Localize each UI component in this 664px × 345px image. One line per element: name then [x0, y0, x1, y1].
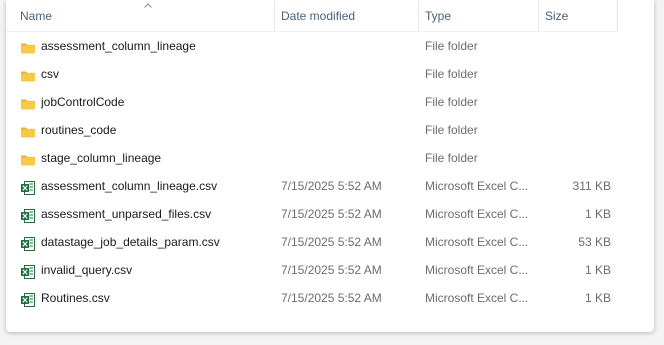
file-date-modified: 7/15/2025 5:52 AM — [281, 235, 382, 249]
excel-csv-icon — [20, 290, 36, 307]
file-row[interactable]: invalid_query.csv 7/15/2025 5:52 AM Micros… — [6, 256, 654, 284]
excel-csv-icon — [20, 206, 36, 223]
folder-icon — [20, 94, 36, 110]
file-type: File folder — [425, 39, 478, 53]
file-size: 311 KB — [572, 179, 611, 193]
file-row[interactable]: Routines.csv 7/15/2025 5:52 AM Microsoft E… — [6, 284, 654, 312]
folder-icon — [20, 150, 36, 166]
file-type: File folder — [425, 151, 478, 165]
file-name: datastage_job_details_param.csv — [41, 235, 220, 249]
file-type: Microsoft Excel C... — [425, 235, 529, 249]
file-row[interactable]: datastage_job_details_param.csv 7/15/2025… — [6, 228, 654, 256]
file-type: Microsoft Excel C... — [425, 207, 529, 221]
file-name: assessment_unparsed_files.csv — [41, 207, 212, 221]
file-type: File folder — [425, 95, 478, 109]
file-name: assessment_column_lineage.csv — [41, 179, 218, 193]
file-type: Microsoft Excel C... — [425, 291, 529, 305]
file-list-pane: Name Date modified Type Size assessment_… — [6, 0, 654, 332]
file-row[interactable]: assessment_unparsed_files.csv 7/15/2025 5… — [6, 200, 654, 228]
column-header-type[interactable]: Type — [419, 0, 539, 31]
file-date-modified: 7/15/2025 5:52 AM — [281, 291, 382, 305]
excel-csv-icon — [20, 234, 36, 251]
file-name: routines_code — [41, 123, 117, 137]
file-name: invalid_query.csv — [41, 263, 133, 277]
file-date-modified: 7/15/2025 5:52 AM — [281, 207, 382, 221]
file-size: 1 KB — [584, 263, 611, 277]
file-size: 53 KB — [578, 235, 611, 249]
file-type: File folder — [425, 123, 478, 137]
file-row[interactable]: assessment_column_lineage File folder — [6, 32, 654, 60]
file-type: Microsoft Excel C... — [425, 179, 529, 193]
folder-icon — [20, 122, 36, 138]
file-name: Routines.csv — [41, 291, 110, 305]
column-header-date-modified[interactable]: Date modified — [275, 0, 419, 31]
excel-csv-icon — [20, 178, 36, 195]
excel-csv-icon — [20, 262, 36, 279]
file-type: Microsoft Excel C... — [425, 263, 529, 277]
file-size: 1 KB — [584, 207, 611, 221]
file-name: stage_column_lineage — [41, 151, 162, 165]
file-name: assessment_column_lineage — [41, 39, 196, 53]
file-row[interactable]: jobControlCode File folder — [6, 88, 654, 116]
file-row[interactable]: assessment_column_lineage.csv 7/15/2025 5… — [6, 172, 654, 200]
file-date-modified: 7/15/2025 5:52 AM — [281, 179, 382, 193]
file-rows: assessment_column_lineage File folder csv… — [6, 32, 654, 312]
file-name: jobControlCode — [41, 95, 125, 109]
column-header-name[interactable]: Name — [20, 0, 275, 31]
file-size: 1 KB — [584, 291, 611, 305]
file-row[interactable]: routines_code File folder — [6, 116, 654, 144]
folder-icon — [20, 38, 36, 54]
file-name: csv — [41, 67, 59, 81]
file-date-modified: 7/15/2025 5:52 AM — [281, 263, 382, 277]
file-row[interactable]: stage_column_lineage File folder — [6, 144, 654, 172]
folder-icon — [20, 66, 36, 82]
column-header-row: Name Date modified Type Size — [6, 0, 618, 32]
file-row[interactable]: csv File folder — [6, 60, 654, 88]
column-header-size[interactable]: Size — [539, 0, 618, 31]
file-type: File folder — [425, 67, 478, 81]
